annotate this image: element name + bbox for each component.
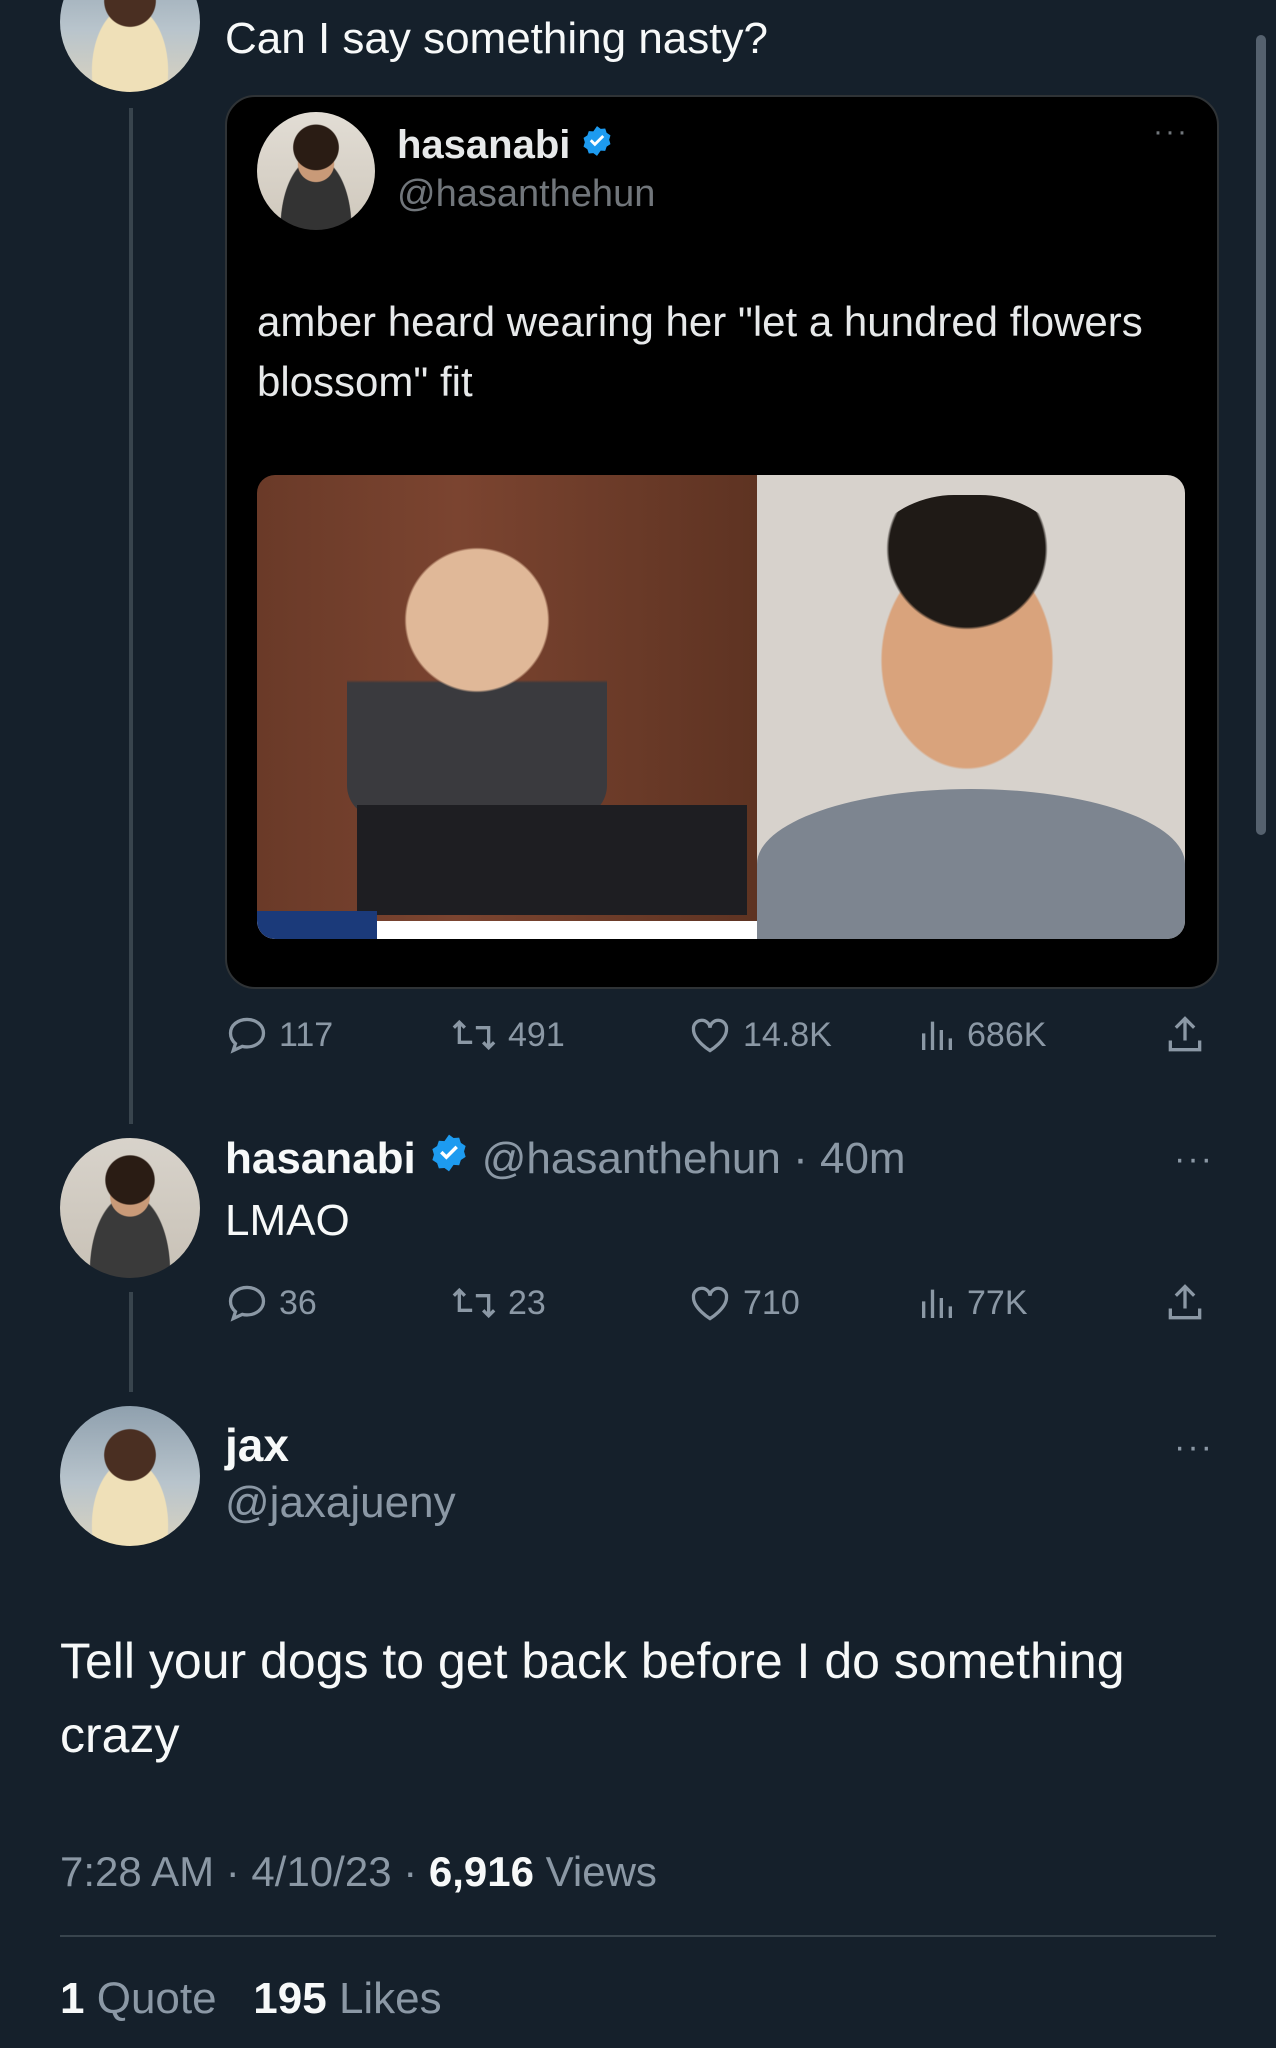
reply-count: 36 <box>279 1283 317 1322</box>
likes-label: Likes <box>338 1974 442 2023</box>
tweet-time-date[interactable]: 7:28 AM · 4/10/23 · <box>60 1848 429 1895</box>
reply-name[interactable]: hasanabi <box>225 1134 416 1184</box>
likes-stat[interactable]: 195 Likes <box>253 1974 441 2023</box>
portrait-photo <box>757 475 1185 939</box>
quoted-name: hasanabi <box>397 123 571 167</box>
share-button[interactable] <box>1163 1010 1207 1060</box>
tweet-meta: 7:28 AM · 4/10/23 · 6,916 Views <box>60 1848 657 1896</box>
reply-handle-time: @hasanthehun · 40m <box>481 1133 906 1183</box>
share-button[interactable] <box>1163 1278 1207 1328</box>
reply-more-icon[interactable]: ··· <box>1174 1140 1214 1179</box>
top-tweet-text: Can I say something nasty? <box>225 14 768 63</box>
quotes-count: 1 <box>60 1974 85 2023</box>
retweet-icon <box>452 1287 496 1319</box>
quoted-avatar <box>257 112 375 230</box>
avatar-hasanabi[interactable] <box>60 1138 200 1278</box>
quoted-image <box>257 475 1185 939</box>
views-button[interactable]: 686K <box>917 1010 1046 1060</box>
retweet-count: 491 <box>508 1015 565 1054</box>
avatar-jax-top[interactable] <box>60 0 200 92</box>
retweet-count: 23 <box>508 1283 546 1322</box>
views-icon <box>922 1021 952 1050</box>
heart-icon <box>691 1018 729 1053</box>
like-button[interactable]: 14.8K <box>687 1010 832 1060</box>
scrollbar[interactable] <box>1256 35 1266 835</box>
avatar-jax[interactable] <box>60 1406 200 1546</box>
main-tweet-text: Tell your dogs to get back before I do s… <box>60 1633 1125 1763</box>
main-more-icon[interactable]: ··· <box>1174 1428 1214 1467</box>
retweet-button[interactable]: 491 <box>450 1010 565 1060</box>
like-count: 710 <box>743 1283 800 1322</box>
thread-line <box>129 108 133 1124</box>
reply-action-bar: 36 23 710 77K <box>225 1278 1215 1328</box>
reply-icon <box>228 1285 266 1322</box>
courtroom-photo <box>257 475 757 939</box>
tweet-stats: 1 Quote 195 Likes <box>60 1974 442 2024</box>
main-handle[interactable]: @jaxajueny <box>225 1478 456 1528</box>
retweet-button[interactable]: 23 <box>450 1278 546 1328</box>
quoted-text: amber heard wearing her "let a hundred f… <box>257 298 1143 405</box>
thread-line-2 <box>129 1292 133 1392</box>
reply-header: hasanabi @hasanthehun · 40m <box>225 1132 906 1185</box>
reply-button[interactable]: 36 <box>225 1278 317 1328</box>
reply-text: LMAO <box>225 1196 350 1245</box>
retweet-icon <box>452 1019 496 1051</box>
quoted-tweet-card[interactable]: hasanabi @hasanthehun ··· amber heard we… <box>225 95 1219 989</box>
share-icon <box>1168 1284 1202 1320</box>
main-name[interactable]: jax <box>225 1418 289 1472</box>
quotes-stat[interactable]: 1 Quote <box>60 1974 217 2023</box>
top-action-bar: 117 491 14.8K 686K <box>225 1010 1215 1060</box>
views-count-total: 6,916 <box>428 1848 534 1895</box>
quoted-more-icon: ··· <box>1153 115 1189 148</box>
views-count: 686K <box>967 1015 1047 1054</box>
views-button[interactable]: 77K <box>917 1278 1028 1328</box>
like-button[interactable]: 710 <box>687 1278 800 1328</box>
verified-badge-icon <box>428 1132 470 1185</box>
like-count: 14.8K <box>743 1015 832 1054</box>
reply-count: 117 <box>279 1015 334 1054</box>
reply-icon <box>228 1017 266 1054</box>
divider <box>60 1935 1216 1937</box>
heart-icon <box>691 1286 729 1321</box>
reply-button[interactable]: 117 <box>225 1010 333 1060</box>
views-label: Views <box>545 1848 657 1895</box>
quoted-handle: @hasanthehun <box>397 173 656 215</box>
share-icon <box>1168 1016 1202 1052</box>
views-icon <box>922 1289 952 1318</box>
quoted-name-row: hasanabi <box>397 123 614 168</box>
likes-count: 195 <box>253 1974 327 2023</box>
verified-badge-icon <box>580 123 614 168</box>
quotes-label: Quote <box>96 1974 217 2023</box>
views-count: 77K <box>967 1283 1028 1322</box>
